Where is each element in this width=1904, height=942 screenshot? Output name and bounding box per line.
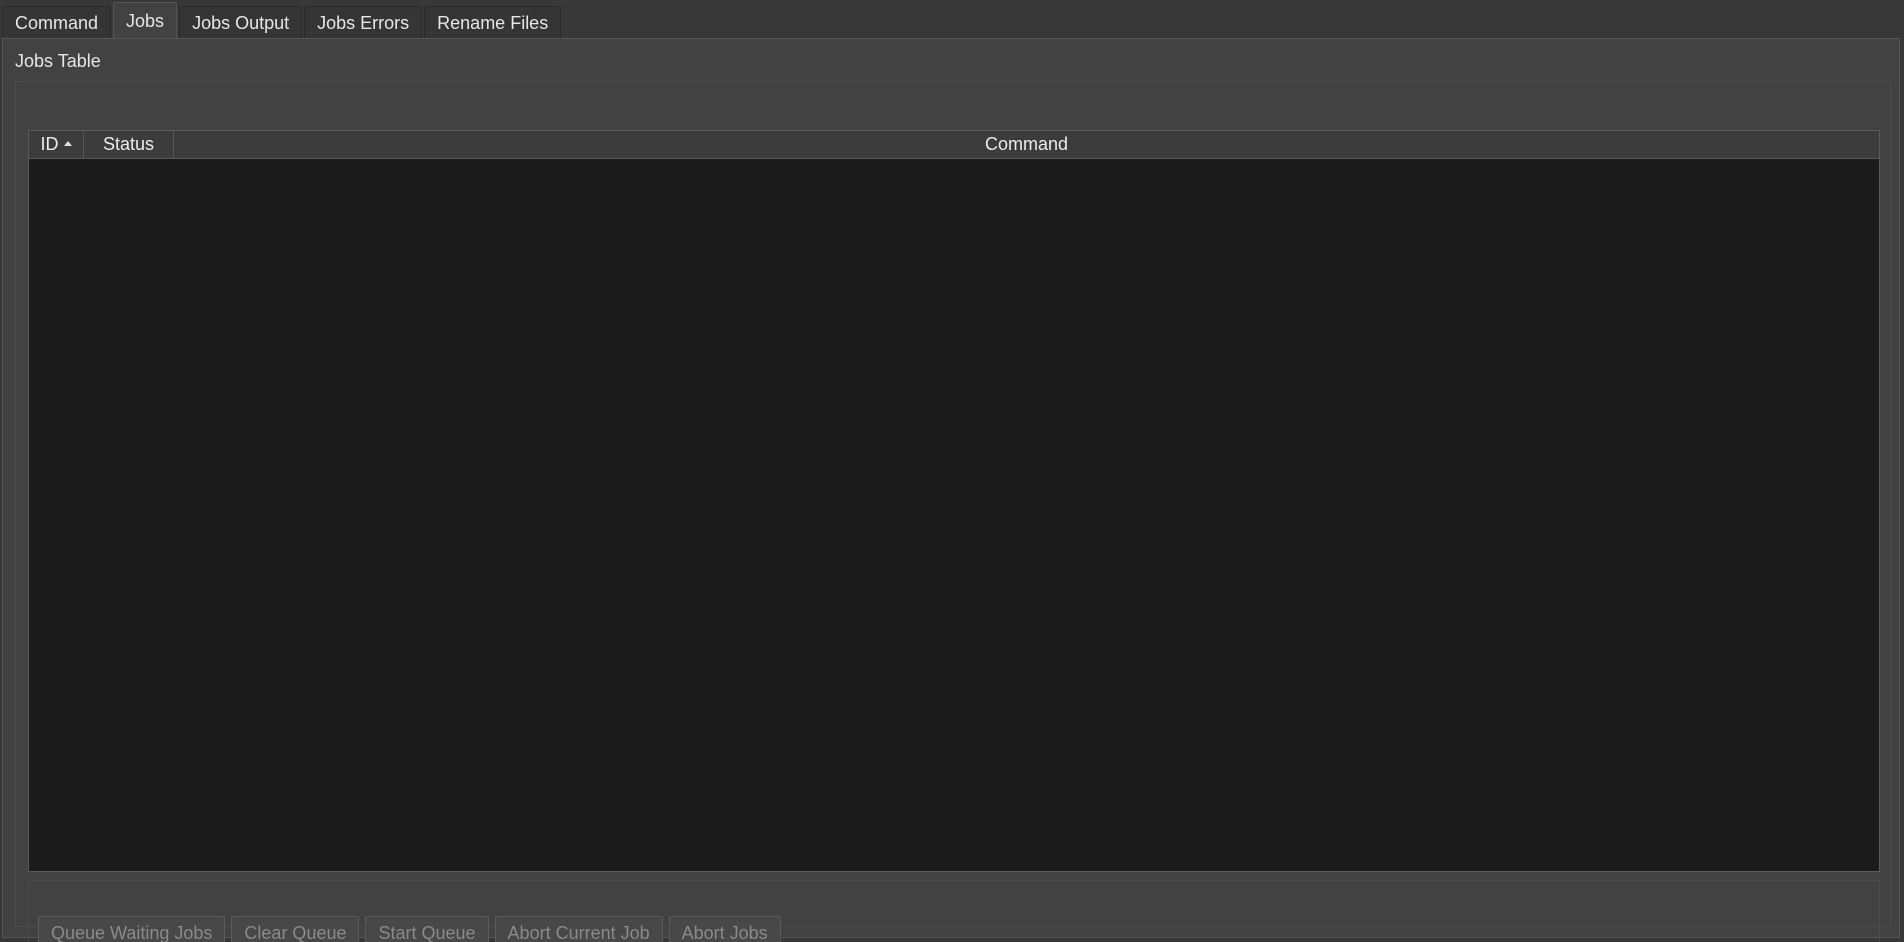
jobs-panel: Jobs Table ID Status Command Queue Waiti…: [2, 38, 1900, 942]
column-header-command[interactable]: Command: [174, 131, 1879, 158]
tab-jobs-output[interactable]: Jobs Output: [179, 6, 303, 40]
column-header-status-label: Status: [102, 134, 155, 154]
start-queue-button[interactable]: Start Queue: [365, 916, 489, 942]
queue-waiting-jobs-button[interactable]: Queue Waiting Jobs: [38, 916, 226, 942]
jobs-table[interactable]: ID Status Command: [28, 130, 1880, 872]
tab-rename-files[interactable]: Rename Files: [424, 6, 562, 40]
sort-ascending-icon: [63, 141, 72, 146]
tab-command[interactable]: Command: [2, 6, 112, 40]
column-header-id-label: ID: [40, 134, 59, 154]
app-window: Command Jobs Jobs Output Jobs Errors Ren…: [0, 0, 1904, 942]
abort-jobs-button[interactable]: Abort Jobs: [668, 916, 781, 942]
jobs-table-group: ID Status Command Queue Waiting Jobs Cle…: [15, 81, 1891, 942]
job-controls: Queue Waiting Jobs Clear Queue Start Que…: [38, 916, 787, 942]
tab-jobs-errors[interactable]: Jobs Errors: [304, 6, 423, 40]
column-header-id[interactable]: ID: [29, 131, 84, 158]
column-header-command-label: Command: [984, 134, 1069, 154]
tab-jobs[interactable]: Jobs: [113, 2, 178, 40]
job-controls-group: Queue Waiting Jobs Clear Queue Start Que…: [28, 880, 1880, 942]
abort-current-job-button[interactable]: Abort Current Job: [494, 916, 663, 942]
table-body[interactable]: [29, 159, 1879, 871]
tab-bar: Command Jobs Jobs Output Jobs Errors Ren…: [2, 0, 563, 40]
clear-queue-button[interactable]: Clear Queue: [231, 916, 360, 942]
column-header-status[interactable]: Status: [84, 131, 174, 158]
table-header: ID Status Command: [29, 131, 1879, 159]
jobs-table-title: Jobs Table: [15, 51, 101, 71]
